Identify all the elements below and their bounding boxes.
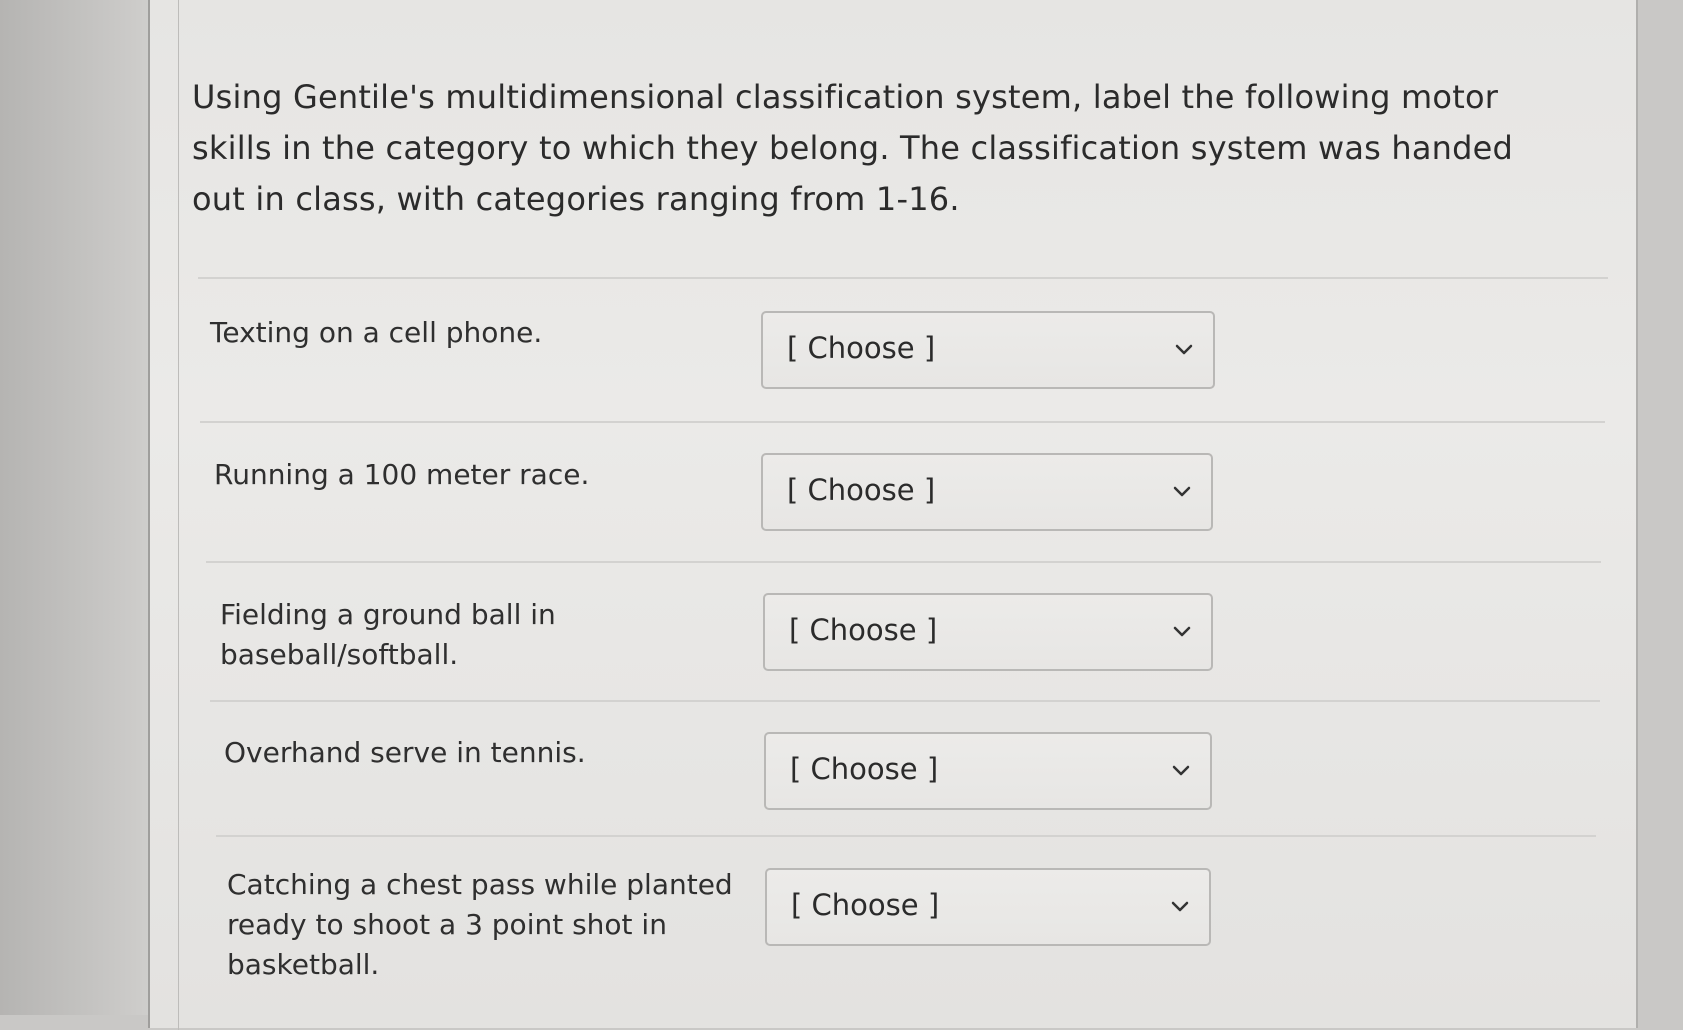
chevron-down-icon — [1173, 486, 1191, 497]
chevron-down-icon — [1175, 344, 1193, 355]
category-select-texting[interactable]: [ Choose ] — [761, 311, 1215, 389]
category-select-fielding[interactable]: [ Choose ] — [763, 593, 1213, 671]
chevron-down-icon — [1173, 626, 1191, 637]
divider — [198, 277, 1608, 279]
divider — [206, 561, 1601, 563]
divider — [216, 835, 1596, 837]
select-value: [ Choose ] — [787, 473, 936, 507]
item-label-fielding: Fielding a ground ball in baseball/softb… — [220, 598, 556, 671]
select-value: [ Choose ] — [789, 613, 938, 647]
select-value: [ Choose ] — [790, 752, 939, 786]
question-prompt: Using Gentile's multidimensional classif… — [192, 78, 1514, 218]
item-label-chest-pass: Catching a chest pass while planted read… — [227, 868, 733, 981]
item-label-serve: Overhand serve in tennis. — [224, 736, 586, 769]
chevron-down-icon — [1172, 765, 1190, 776]
category-select-running[interactable]: [ Choose ] — [761, 453, 1213, 531]
category-select-chest-pass[interactable]: [ Choose ] — [765, 868, 1211, 946]
item-label-texting: Texting on a cell phone. — [210, 316, 543, 349]
item-label-running: Running a 100 meter race. — [214, 458, 590, 491]
page-background — [0, 0, 150, 1015]
select-value: [ Choose ] — [791, 888, 940, 922]
select-value: [ Choose ] — [787, 331, 936, 365]
category-select-serve[interactable]: [ Choose ] — [764, 732, 1212, 810]
divider — [210, 700, 1600, 702]
chevron-down-icon — [1171, 901, 1189, 912]
divider — [200, 421, 1605, 423]
